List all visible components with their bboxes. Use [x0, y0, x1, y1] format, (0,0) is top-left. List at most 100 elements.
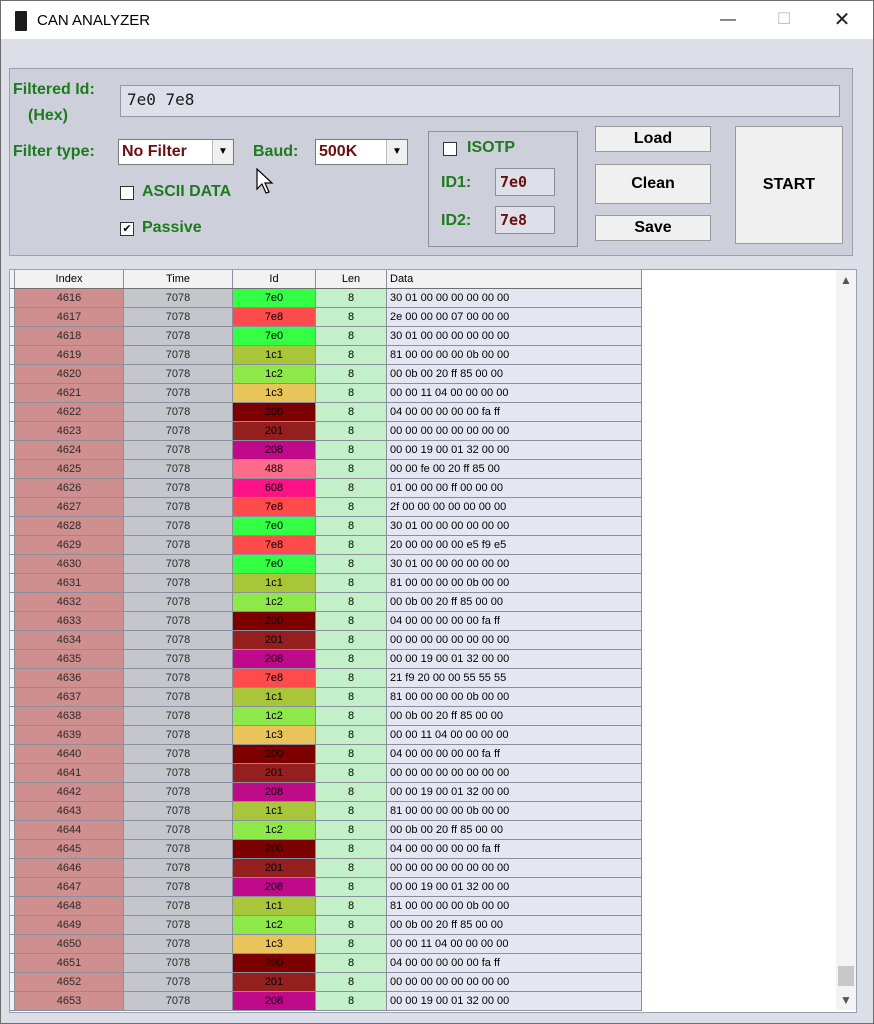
cell-id[interactable]: 201: [232, 972, 316, 992]
cell-data[interactable]: 04 00 00 00 00 00 fa ff: [386, 744, 642, 764]
cell-id[interactable]: 1c3: [232, 725, 316, 745]
cell-index[interactable]: 4643: [14, 801, 124, 821]
cell-data[interactable]: 2e 00 00 00 07 00 00 00: [386, 307, 642, 327]
cell-data[interactable]: 00 00 19 00 01 32 00 00: [386, 440, 642, 460]
table-row[interactable]: 4641 7078 201 8 00 00 00 00 00 00 00 00: [10, 763, 642, 783]
cell-id[interactable]: 1c1: [232, 573, 316, 593]
cell-len[interactable]: 8: [315, 744, 387, 764]
table-row[interactable]: 4653 7078 208 8 00 00 19 00 01 32 00 00: [10, 991, 642, 1011]
cell-id[interactable]: 201: [232, 858, 316, 878]
table-row[interactable]: 4622 7078 200 8 04 00 00 00 00 00 fa ff: [10, 402, 642, 422]
cell-data[interactable]: 81 00 00 00 00 0b 00 00: [386, 687, 642, 707]
cell-time[interactable]: 7078: [123, 763, 233, 783]
cell-index[interactable]: 4630: [14, 554, 124, 574]
cell-time[interactable]: 7078: [123, 801, 233, 821]
table-row[interactable]: 4630 7078 7e0 8 30 01 00 00 00 00 00 00: [10, 554, 642, 574]
cell-len[interactable]: 8: [315, 573, 387, 593]
table-row[interactable]: 4626 7078 608 8 01 00 00 00 ff 00 00 00: [10, 478, 642, 498]
table-row[interactable]: 4617 7078 7e8 8 2e 00 00 00 07 00 00 00: [10, 307, 642, 327]
cell-time[interactable]: 7078: [123, 782, 233, 802]
cell-id[interactable]: 200: [232, 953, 316, 973]
cell-index[interactable]: 4621: [14, 383, 124, 403]
cell-len[interactable]: 8: [315, 649, 387, 669]
cell-time[interactable]: 7078: [123, 440, 233, 460]
cell-data[interactable]: 81 00 00 00 00 0b 00 00: [386, 573, 642, 593]
cell-id[interactable]: 7e0: [232, 326, 316, 346]
cell-id[interactable]: 1c1: [232, 801, 316, 821]
cell-id[interactable]: 208: [232, 782, 316, 802]
cell-time[interactable]: 7078: [123, 478, 233, 498]
cell-len[interactable]: 8: [315, 345, 387, 365]
cell-data[interactable]: 00 00 00 00 00 00 00 00: [386, 421, 642, 441]
chevron-down-icon[interactable]: ▼: [836, 990, 856, 1010]
cell-index[interactable]: 4641: [14, 763, 124, 783]
cell-index[interactable]: 4638: [14, 706, 124, 726]
cell-index[interactable]: 4644: [14, 820, 124, 840]
cell-time[interactable]: 7078: [123, 877, 233, 897]
cell-index[interactable]: 4628: [14, 516, 124, 536]
table-row[interactable]: 4644 7078 1c2 8 00 0b 00 20 ff 85 00 00: [10, 820, 642, 840]
cell-id[interactable]: 7e8: [232, 668, 316, 688]
cell-index[interactable]: 4646: [14, 858, 124, 878]
cell-index[interactable]: 4639: [14, 725, 124, 745]
cell-index[interactable]: 4622: [14, 402, 124, 422]
cell-len[interactable]: 8: [315, 763, 387, 783]
table-row[interactable]: 4632 7078 1c2 8 00 0b 00 20 ff 85 00 00: [10, 592, 642, 612]
cell-time[interactable]: 7078: [123, 459, 233, 479]
table-row[interactable]: 4619 7078 1c1 8 81 00 00 00 00 0b 00 00: [10, 345, 642, 365]
table-row[interactable]: 4636 7078 7e8 8 21 f9 20 00 00 55 55 55: [10, 668, 642, 688]
cell-time[interactable]: 7078: [123, 516, 233, 536]
table-row[interactable]: 4638 7078 1c2 8 00 0b 00 20 ff 85 00 00: [10, 706, 642, 726]
cell-time[interactable]: 7078: [123, 326, 233, 346]
cell-id[interactable]: 7e8: [232, 497, 316, 517]
cell-data[interactable]: 00 00 11 04 00 00 00 00: [386, 934, 642, 954]
cell-index[interactable]: 4619: [14, 345, 124, 365]
cell-time[interactable]: 7078: [123, 820, 233, 840]
cell-len[interactable]: 8: [315, 801, 387, 821]
table-row[interactable]: 4649 7078 1c2 8 00 0b 00 20 ff 85 00 00: [10, 915, 642, 935]
cell-data[interactable]: 81 00 00 00 00 0b 00 00: [386, 896, 642, 916]
cell-id[interactable]: 201: [232, 630, 316, 650]
cell-index[interactable]: 4652: [14, 972, 124, 992]
cell-time[interactable]: 7078: [123, 687, 233, 707]
id2-input[interactable]: 7e8: [495, 206, 555, 234]
cell-len[interactable]: 8: [315, 953, 387, 973]
scrollbar-thumb[interactable]: [838, 966, 854, 986]
cell-len[interactable]: 8: [315, 915, 387, 935]
cell-id[interactable]: 208: [232, 991, 316, 1011]
start-button[interactable]: START: [735, 126, 843, 244]
cell-index[interactable]: 4634: [14, 630, 124, 650]
table-row[interactable]: 4640 7078 200 8 04 00 00 00 00 00 fa ff: [10, 744, 642, 764]
cell-data[interactable]: 04 00 00 00 00 00 fa ff: [386, 839, 642, 859]
cell-id[interactable]: 200: [232, 611, 316, 631]
cell-data[interactable]: 04 00 00 00 00 00 fa ff: [386, 611, 642, 631]
table-row[interactable]: 4624 7078 208 8 00 00 19 00 01 32 00 00: [10, 440, 642, 460]
cell-id[interactable]: 201: [232, 421, 316, 441]
cell-id[interactable]: 1c3: [232, 934, 316, 954]
cell-id[interactable]: 200: [232, 402, 316, 422]
cell-time[interactable]: 7078: [123, 725, 233, 745]
cell-time[interactable]: 7078: [123, 402, 233, 422]
cell-data[interactable]: 81 00 00 00 00 0b 00 00: [386, 345, 642, 365]
cell-data[interactable]: 81 00 00 00 00 0b 00 00: [386, 801, 642, 821]
cell-index[interactable]: 4631: [14, 573, 124, 593]
column-header-time[interactable]: Time: [123, 270, 233, 289]
cell-index[interactable]: 4649: [14, 915, 124, 935]
cell-len[interactable]: 8: [315, 896, 387, 916]
cell-len[interactable]: 8: [315, 535, 387, 555]
filtered-id-input[interactable]: 7e0 7e8: [120, 85, 840, 117]
cell-id[interactable]: 1c2: [232, 364, 316, 384]
cell-id[interactable]: 201: [232, 763, 316, 783]
cell-data[interactable]: 21 f9 20 00 00 55 55 55: [386, 668, 642, 688]
cell-index[interactable]: 4645: [14, 839, 124, 859]
table-row[interactable]: 4635 7078 208 8 00 00 19 00 01 32 00 00: [10, 649, 642, 669]
cell-time[interactable]: 7078: [123, 839, 233, 859]
cell-data[interactable]: 00 0b 00 20 ff 85 00 00: [386, 706, 642, 726]
cell-data[interactable]: 00 00 11 04 00 00 00 00: [386, 725, 642, 745]
isotp-checkbox[interactable]: [443, 142, 457, 156]
id1-input[interactable]: 7e0: [495, 168, 555, 196]
table-row[interactable]: 4651 7078 200 8 04 00 00 00 00 00 fa ff: [10, 953, 642, 973]
cell-time[interactable]: 7078: [123, 307, 233, 327]
cell-len[interactable]: 8: [315, 668, 387, 688]
cell-time[interactable]: 7078: [123, 858, 233, 878]
